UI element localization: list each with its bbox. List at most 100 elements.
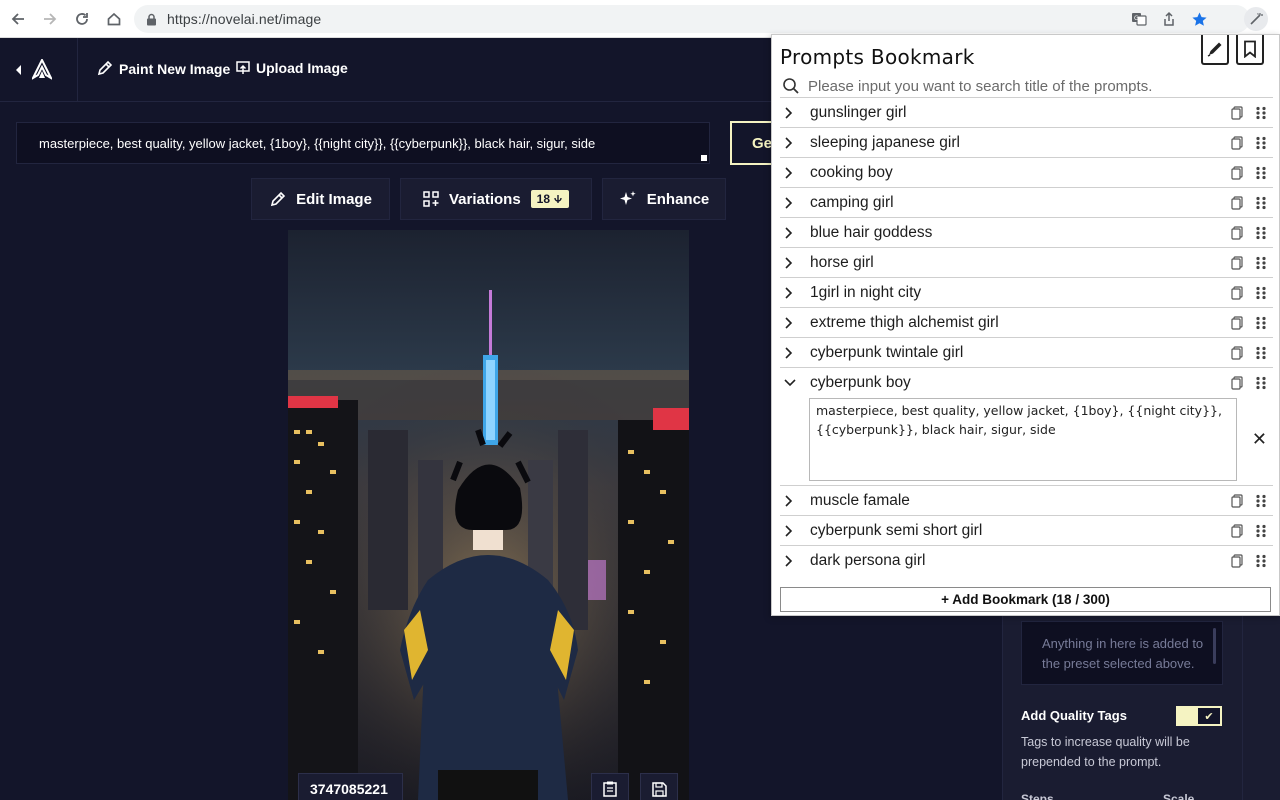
drag-handle[interactable] (1249, 376, 1273, 390)
drag-handle[interactable] (1249, 166, 1273, 180)
copy-prompt-button[interactable] (1225, 255, 1249, 270)
copy-prompt-button[interactable] (1225, 315, 1249, 330)
upload-image-label: Upload Image (256, 60, 348, 76)
edit-mode-button[interactable] (1201, 35, 1229, 65)
bookmark-prompt-editor: masterpiece, best quality, yellow jacket… (780, 397, 1273, 485)
copy-icon (1231, 523, 1243, 538)
drag-handle-icon (1256, 106, 1266, 119)
expand-toggle[interactable] (784, 226, 806, 239)
collapse-sidebar-icon[interactable] (14, 64, 22, 76)
copy-to-clipboard-button[interactable] (591, 773, 629, 800)
prompt-text: masterpiece, best quality, yellow jacket… (39, 135, 596, 151)
save-image-button[interactable] (640, 773, 678, 800)
close-icon[interactable]: ✕ (1252, 429, 1267, 450)
undesired-content-input[interactable]: Anything in here is added to the preset … (1021, 621, 1223, 685)
variations-button[interactable]: Variations 18 (400, 178, 592, 220)
copy-prompt-button[interactable] (1225, 135, 1249, 150)
expand-toggle[interactable] (784, 286, 806, 299)
drag-handle-icon (1256, 256, 1266, 269)
expand-toggle[interactable] (784, 378, 806, 387)
star-icon[interactable] (1191, 11, 1208, 28)
generated-image[interactable] (288, 230, 689, 800)
bookmark-title: extreme thigh alchemist girl (810, 313, 999, 331)
novelai-logo-icon[interactable] (32, 59, 52, 81)
bookmark-item[interactable]: blue hair goddess (780, 217, 1273, 247)
chevron-right-icon (785, 554, 793, 567)
drag-handle[interactable] (1249, 106, 1273, 120)
clipboard-icon (603, 781, 617, 797)
popup-title: Prompts Bookmark (780, 45, 975, 69)
copy-prompt-button[interactable] (1225, 553, 1249, 568)
copy-prompt-button[interactable] (1225, 225, 1249, 240)
drag-handle[interactable] (1249, 346, 1273, 360)
chevron-down-icon (784, 379, 796, 387)
drag-handle[interactable] (1249, 316, 1273, 330)
copy-icon (1231, 105, 1243, 120)
bookmark-item[interactable]: gunslinger girl (780, 97, 1273, 127)
copy-prompt-button[interactable] (1225, 195, 1249, 210)
drag-handle-icon (1256, 286, 1266, 299)
expand-toggle[interactable] (784, 554, 806, 567)
copy-prompt-button[interactable] (1225, 345, 1249, 360)
drag-handle[interactable] (1249, 524, 1273, 538)
paint-new-image-button[interactable]: Paint New Image (96, 60, 230, 77)
share-icon[interactable] (1161, 11, 1177, 27)
copy-prompt-button[interactable] (1225, 165, 1249, 180)
bookmark-button[interactable] (1236, 35, 1264, 65)
bookmark-item[interactable]: 1girl in night city (780, 277, 1273, 307)
search-input[interactable] (808, 77, 1268, 95)
copy-prompt-button[interactable] (1225, 375, 1249, 390)
expand-toggle[interactable] (784, 494, 806, 507)
bookmark-item[interactable]: extreme thigh alchemist girl (780, 307, 1273, 337)
expand-toggle[interactable] (784, 106, 806, 119)
upload-image-button[interactable]: Upload Image (236, 60, 348, 76)
bookmark-item[interactable]: dark persona girl (780, 545, 1273, 575)
uc-scrollbar[interactable] (1213, 628, 1216, 664)
bookmark-item[interactable]: cooking boy (780, 157, 1273, 187)
bookmark-prompt-textarea[interactable]: masterpiece, best quality, yellow jacket… (809, 398, 1237, 481)
bookmark-item[interactable]: cyberpunk boy (780, 367, 1273, 397)
copy-prompt-button[interactable] (1225, 523, 1249, 538)
search-icon (783, 78, 799, 94)
enhance-button[interactable]: Enhance (602, 178, 726, 220)
bookmark-item[interactable]: camping girl (780, 187, 1273, 217)
translate-icon[interactable]: G (1131, 11, 1147, 27)
drag-handle[interactable] (1249, 286, 1273, 300)
bookmark-item[interactable]: cyberpunk semi short girl (780, 515, 1273, 545)
seed-chip[interactable]: 3747085221 (298, 773, 403, 800)
expand-toggle[interactable] (784, 136, 806, 149)
expand-toggle[interactable] (784, 316, 806, 329)
expand-toggle[interactable] (784, 166, 806, 179)
bookmark-item[interactable]: muscle famale (780, 485, 1273, 515)
expand-toggle[interactable] (784, 256, 806, 269)
drag-handle[interactable] (1249, 494, 1273, 508)
extension-button[interactable] (1244, 7, 1268, 31)
reload-icon (76, 12, 88, 25)
expand-toggle[interactable] (784, 524, 806, 537)
edit-image-button[interactable]: Edit Image (251, 178, 390, 220)
drag-handle[interactable] (1249, 136, 1273, 150)
bookmark-title: 1girl in night city (810, 283, 922, 301)
drag-handle[interactable] (1249, 226, 1273, 240)
address-bar[interactable]: https://novelai.net/image G (134, 5, 1250, 33)
home-button[interactable] (98, 0, 130, 38)
copy-prompt-button[interactable] (1225, 285, 1249, 300)
bookmark-item[interactable]: horse girl (780, 247, 1273, 277)
prompt-input[interactable]: masterpiece, best quality, yellow jacket… (16, 122, 710, 164)
copy-prompt-button[interactable] (1225, 493, 1249, 508)
drag-handle[interactable] (1249, 256, 1273, 270)
quality-tags-toggle[interactable]: ✔ (1176, 706, 1222, 726)
drag-handle[interactable] (1249, 554, 1273, 568)
back-button[interactable] (2, 0, 34, 38)
bookmark-list: gunslinger girl sleeping japanese girl coo… (772, 97, 1279, 597)
drag-handle[interactable] (1249, 196, 1273, 210)
bookmark-item[interactable]: sleeping japanese girl (780, 127, 1273, 157)
bookmark-item[interactable]: cyberpunk twintale girl (780, 337, 1273, 367)
reload-button[interactable] (66, 0, 98, 38)
expand-toggle[interactable] (784, 196, 806, 209)
expand-toggle[interactable] (784, 346, 806, 359)
forward-button[interactable] (34, 0, 66, 38)
copy-prompt-button[interactable] (1225, 105, 1249, 120)
resize-handle[interactable] (701, 155, 707, 161)
add-bookmark-button[interactable]: + Add Bookmark (18 / 300) (780, 587, 1271, 612)
